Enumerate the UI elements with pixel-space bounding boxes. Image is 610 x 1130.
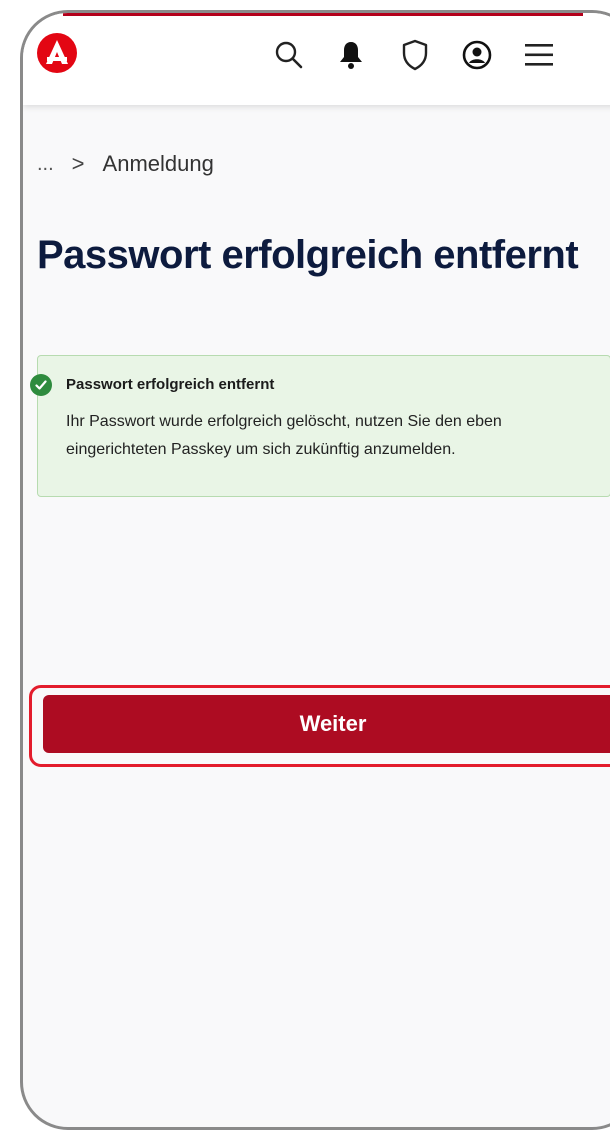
top-header bbox=[23, 13, 610, 105]
continue-button[interactable]: Weiter bbox=[43, 695, 610, 753]
search-icon[interactable] bbox=[269, 35, 309, 75]
alert-message: Ihr Passwort wurde erfolgreich gelöscht,… bbox=[66, 413, 502, 458]
bell-icon[interactable] bbox=[331, 35, 371, 75]
header-accent-line bbox=[63, 13, 583, 16]
phone-frame: ... > Anmeldung Passwort erfolgreich ent… bbox=[20, 10, 610, 1130]
breadcrumb-ellipsis[interactable]: ... bbox=[37, 153, 54, 176]
success-alert: Passwort erfolgreich entfernt Ihr Passwo… bbox=[30, 355, 610, 497]
breadcrumb-current: Anmeldung bbox=[102, 151, 214, 176]
breadcrumb: ... > Anmeldung bbox=[37, 151, 214, 177]
account-icon[interactable] bbox=[457, 35, 497, 75]
page-title: Passwort erfolgreich entfernt bbox=[37, 233, 579, 277]
alert-title: Passwort erfolgreich entfernt bbox=[66, 376, 275, 393]
shield-icon[interactable] bbox=[395, 35, 435, 75]
check-circle-icon bbox=[30, 374, 52, 396]
logo-icon[interactable] bbox=[35, 31, 79, 75]
menu-icon[interactable] bbox=[519, 35, 559, 75]
breadcrumb-separator-icon: > bbox=[71, 151, 85, 176]
